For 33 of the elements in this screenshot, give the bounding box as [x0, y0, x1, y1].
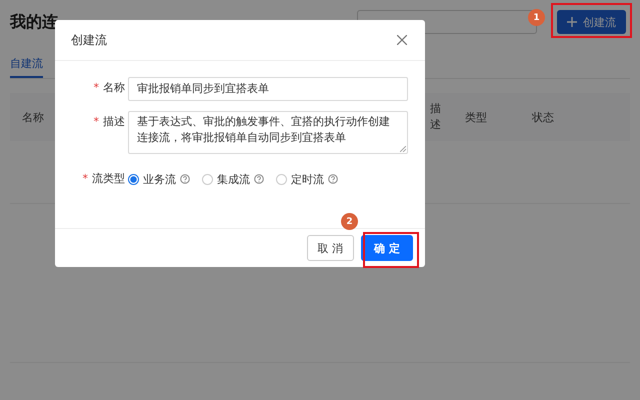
help-icon — [180, 174, 190, 184]
required-mark: * — [94, 81, 99, 94]
dialog-title: 创建流 — [71, 32, 107, 48]
close-button[interactable] — [395, 33, 409, 47]
help-icon — [254, 174, 264, 184]
field-value: 基于表达式、审批的触发事件、宜搭的执行动作创建连接流，将审批报销单自动同步到宜搭表单 — [137, 115, 390, 144]
field-label: 名称 — [103, 81, 125, 94]
radio-button[interactable] — [128, 174, 139, 184]
required-mark: * — [94, 115, 99, 128]
highlight-frame — [363, 232, 419, 268]
column-header: 状态 — [532, 110, 554, 124]
cancel-button[interactable]: 取 消 — [306, 235, 354, 261]
input-field[interactable]: 审批报销单同步到宜搭表单 — [128, 77, 408, 101]
column-header: 类型 — [465, 110, 487, 124]
column-header: 名称 — [22, 110, 44, 124]
field-label: 描述 — [103, 115, 125, 128]
radio-label[interactable]: 定时流 — [291, 172, 324, 186]
radio-label[interactable]: 集成流 — [217, 172, 250, 186]
confirm-button[interactable]: 确 定 — [361, 235, 413, 261]
radio-label[interactable]: 业务流 — [143, 172, 176, 186]
resize-handle-icon — [400, 146, 406, 152]
required-mark: * — [82, 172, 88, 185]
radio-button[interactable] — [276, 174, 287, 184]
step-badge: 1 — [528, 9, 545, 26]
tab[interactable]: 自建流 — [10, 44, 43, 78]
plus-icon — [567, 17, 577, 27]
column-header: 描述 — [430, 100, 441, 133]
field-label: 流类型 — [92, 172, 125, 185]
radio-button[interactable] — [202, 174, 213, 184]
close-icon — [397, 35, 407, 45]
create-button[interactable]: 创建流 — [557, 10, 626, 34]
help-icon — [328, 174, 338, 184]
textarea-field[interactable]: 基于表达式、审批的触发事件、宜搭的执行动作创建连接流，将审批报销单自动同步到宜搭表单 — [128, 111, 408, 154]
